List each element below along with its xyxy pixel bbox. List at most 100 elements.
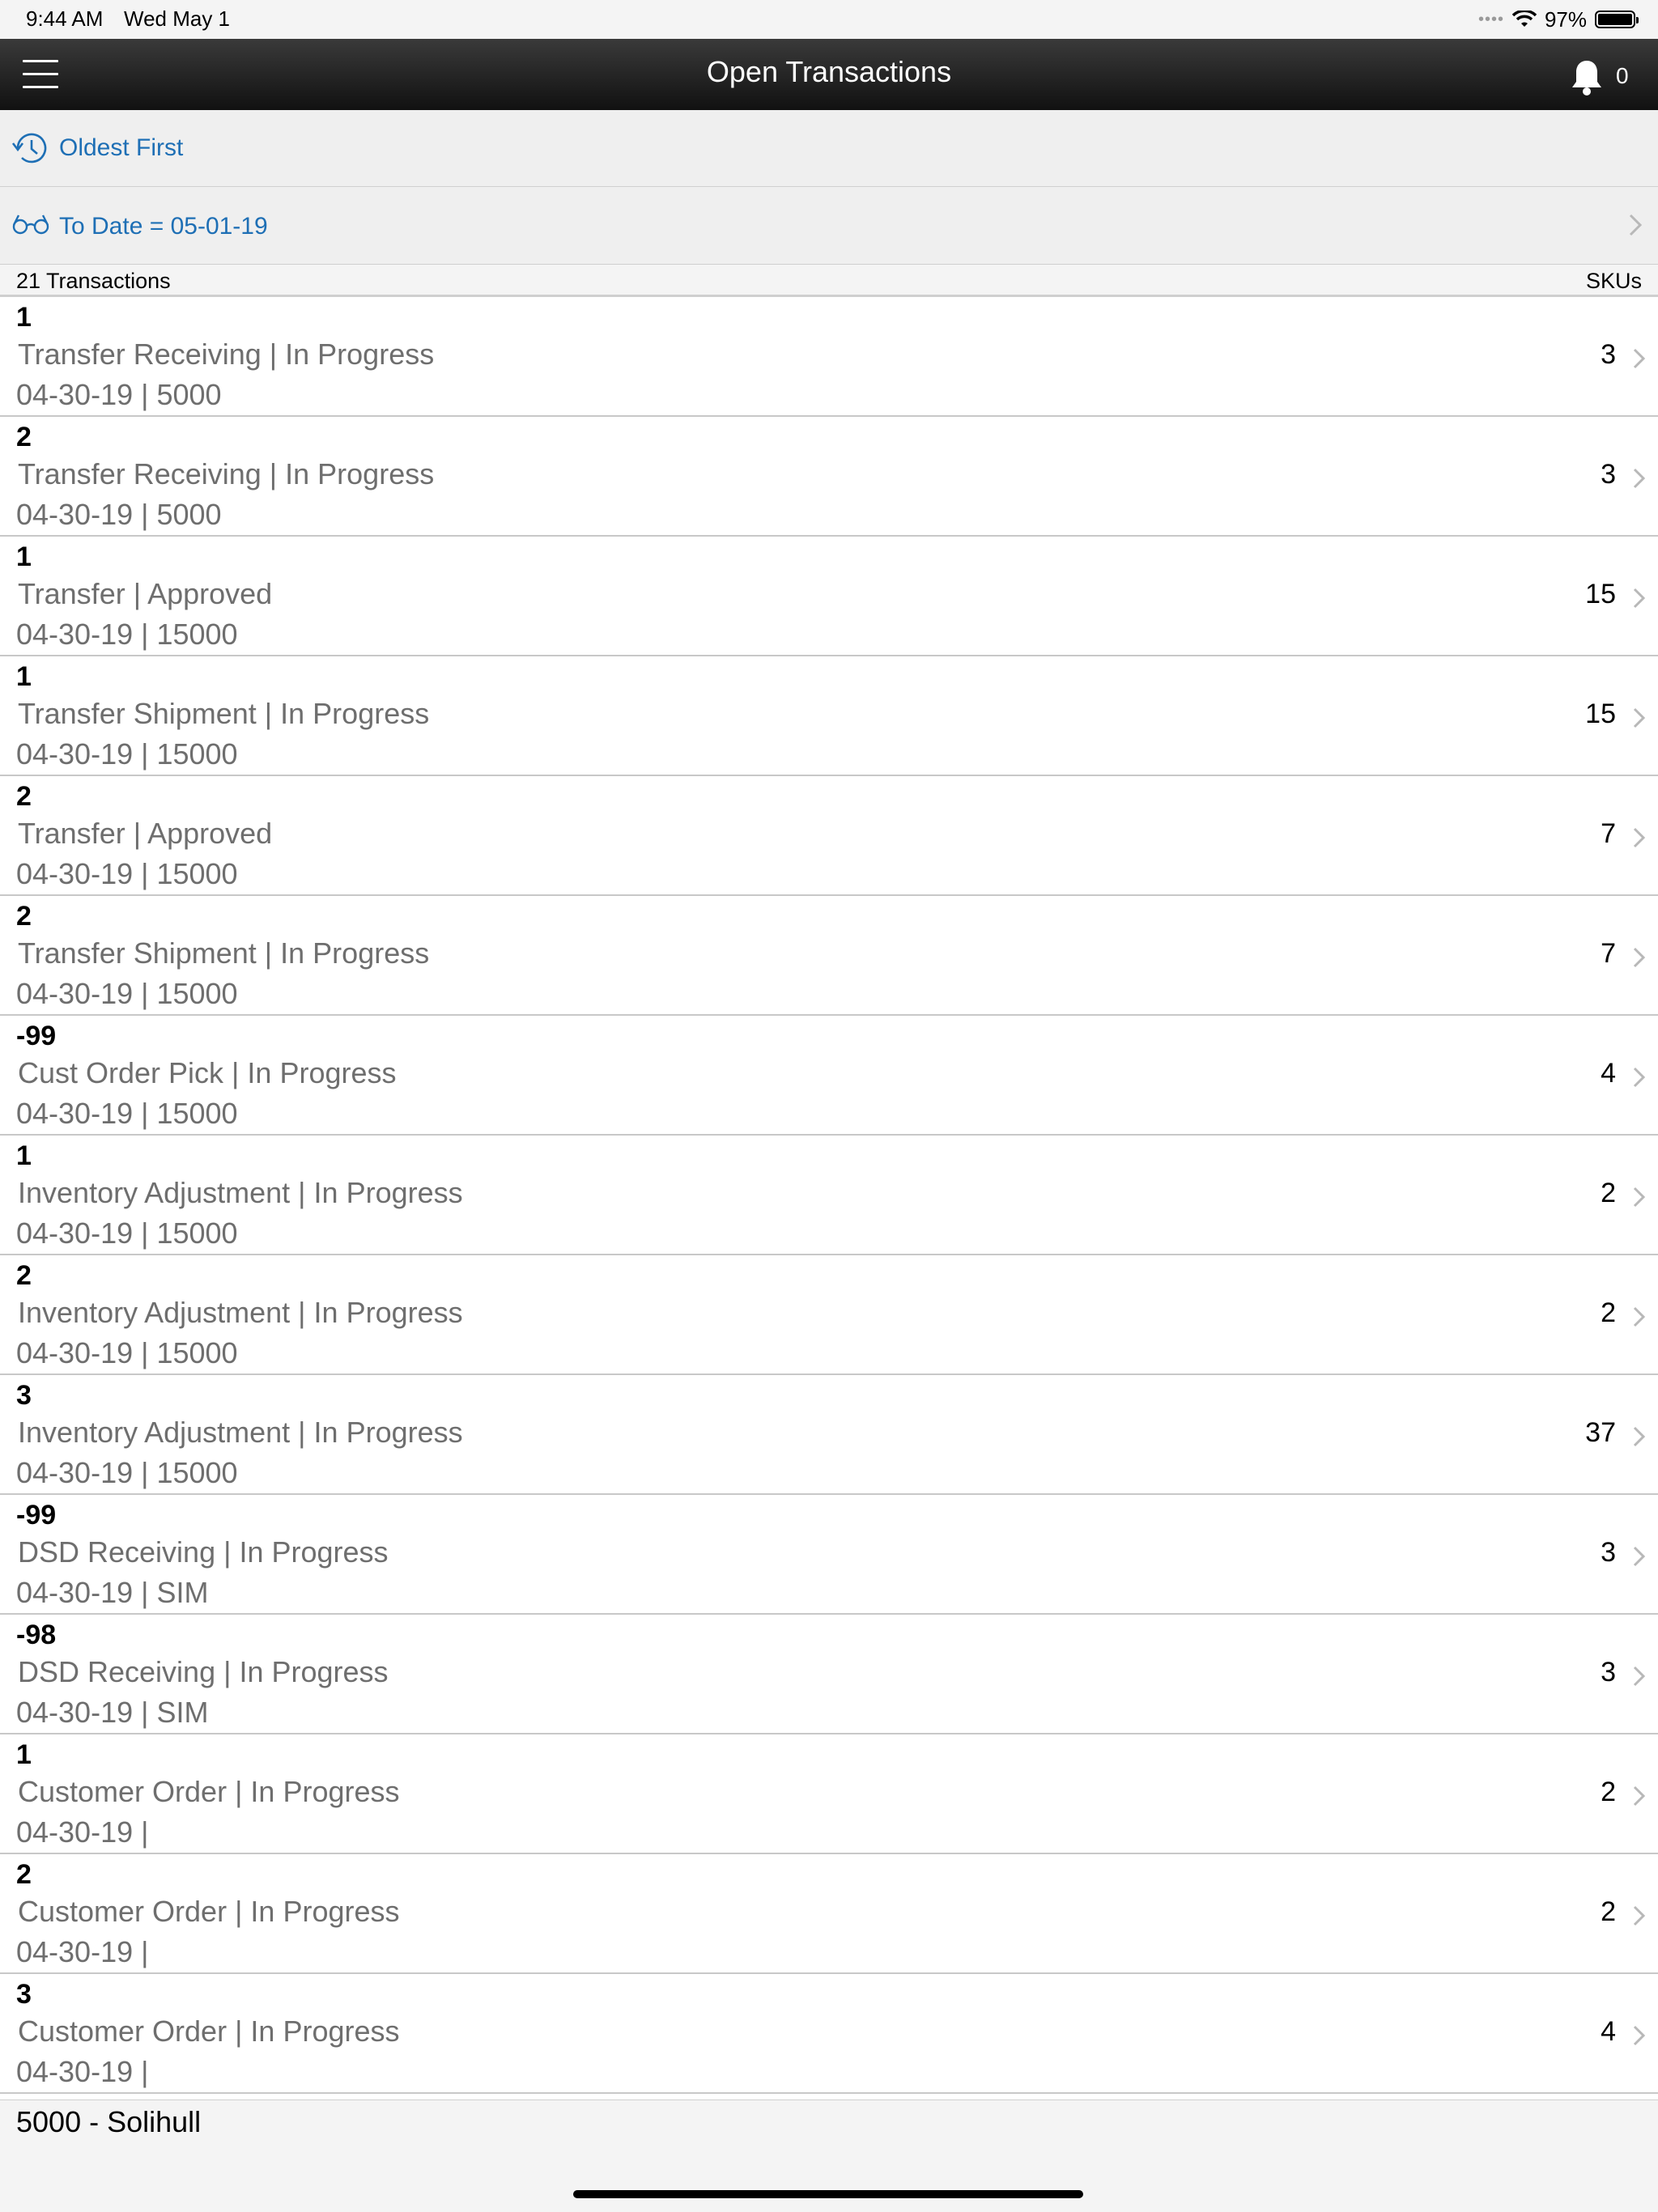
transaction-sku-count: 3	[1601, 459, 1616, 490]
transaction-id: 1	[16, 541, 32, 572]
transaction-row[interactable]: 4	[0, 2094, 1658, 2099]
transaction-row[interactable]: 1 Transfer Shipment | In Progress 04-30-…	[0, 656, 1658, 776]
transaction-id: 1	[16, 302, 32, 333]
chevron-right-icon	[1633, 1067, 1646, 1088]
transaction-row[interactable]: -99 DSD Receiving | In Progress 04-30-19…	[0, 1495, 1658, 1615]
transaction-id: 1	[16, 1140, 32, 1171]
sort-label[interactable]: Oldest First	[59, 134, 183, 162]
transaction-row[interactable]: 1 Customer Order | In Progress 04-30-19 …	[0, 1734, 1658, 1854]
transaction-date-location: 04-30-19 | 15000	[16, 1456, 238, 1489]
chevron-right-icon	[1633, 1905, 1646, 1926]
transaction-id: -99	[16, 1021, 57, 1051]
home-indicator[interactable]	[573, 2190, 1083, 2198]
transaction-date-location: 04-30-19 |	[16, 1815, 149, 1849]
transaction-id: 2	[16, 901, 32, 932]
nav-bar: Open Transactions 0	[0, 39, 1658, 110]
transaction-type-status: DSD Receiving | In Progress	[18, 1535, 389, 1569]
transaction-type-status: Customer Order | In Progress	[18, 1895, 400, 1928]
transaction-date-location: 04-30-19 | 5000	[16, 378, 222, 411]
status-right: •••• 97%	[1477, 5, 1639, 34]
chevron-right-icon	[1633, 1546, 1646, 1567]
transaction-type-status: Transfer Shipment | In Progress	[18, 936, 430, 970]
transaction-sku-count: 4	[1601, 2016, 1616, 2047]
chevron-right-icon	[1633, 588, 1646, 609]
transaction-row[interactable]: -99 Cust Order Pick | In Progress 04-30-…	[0, 1016, 1658, 1136]
transaction-sku-count: 2	[1601, 1297, 1616, 1328]
transaction-date-location: 04-30-19 | 15000	[16, 618, 238, 651]
transaction-date-location: 04-30-19 | 5000	[16, 498, 222, 531]
transaction-row[interactable]: 2 Transfer | Approved 04-30-19 | 15000 7	[0, 776, 1658, 896]
clock-history-icon	[11, 133, 47, 163]
transaction-row[interactable]: 3 Inventory Adjustment | In Progress 04-…	[0, 1375, 1658, 1495]
status-time: 9:44 AM	[26, 6, 104, 31]
transaction-sku-count: 37	[1585, 1417, 1616, 1448]
transaction-date-location: 04-30-19 | 15000	[16, 857, 238, 890]
battery-icon	[1595, 11, 1639, 28]
transaction-sku-count: 2	[1601, 1178, 1616, 1208]
transaction-sku-count: 7	[1601, 938, 1616, 969]
chevron-right-icon	[1633, 827, 1646, 848]
transaction-id: 1	[16, 1739, 32, 1770]
transaction-type-status: Cust Order Pick | In Progress	[18, 1056, 397, 1089]
transaction-id: -99	[16, 1500, 57, 1531]
transaction-type-status: Transfer Receiving | In Progress	[18, 457, 435, 490]
skus-column-header: SKUs	[1585, 269, 1642, 293]
wifi-icon	[1511, 11, 1537, 27]
chevron-right-icon	[1633, 2025, 1646, 2046]
transaction-row[interactable]: 2 Transfer Receiving | In Progress 04-30…	[0, 417, 1658, 537]
transaction-date-location: 04-30-19 | 15000	[16, 1216, 238, 1250]
chevron-right-icon	[1633, 1187, 1646, 1208]
chevron-right-icon	[1633, 468, 1646, 489]
filter-label[interactable]: To Date = 05-01-19	[59, 213, 268, 240]
transaction-count: 21 Transactions	[16, 269, 171, 293]
transaction-id: 2	[16, 1859, 32, 1890]
transaction-row[interactable]: 1 Transfer Receiving | In Progress 04-30…	[0, 297, 1658, 417]
transaction-sku-count: 2	[1601, 1777, 1616, 1807]
transaction-id: 3	[16, 1380, 32, 1411]
transaction-sku-count: 2	[1601, 1896, 1616, 1927]
transaction-date-location: 04-30-19 |	[16, 2055, 149, 2088]
transaction-row[interactable]: 1 Transfer | Approved 04-30-19 | 15000 1…	[0, 537, 1658, 656]
transaction-type-status: Inventory Adjustment | In Progress	[18, 1416, 463, 1449]
sort-row[interactable]: Oldest First	[0, 110, 1658, 187]
transaction-id: 3	[16, 1979, 32, 2010]
transaction-id: 2	[16, 1260, 32, 1291]
transaction-row[interactable]: 2 Inventory Adjustment | In Progress 04-…	[0, 1255, 1658, 1375]
filter-row[interactable]: To Date = 05-01-19	[0, 187, 1658, 265]
transaction-type-status: Inventory Adjustment | In Progress	[18, 1296, 463, 1329]
transaction-date-location: 04-30-19 | 15000	[16, 977, 238, 1010]
bell-icon[interactable]	[1569, 58, 1605, 97]
transaction-type-status: DSD Receiving | In Progress	[18, 1655, 389, 1688]
transaction-sku-count: 4	[1601, 1058, 1616, 1089]
chevron-right-icon	[1633, 348, 1646, 369]
transaction-row[interactable]: 2 Transfer Shipment | In Progress 04-30-…	[0, 896, 1658, 1016]
transaction-row[interactable]: -98 DSD Receiving | In Progress 04-30-19…	[0, 1615, 1658, 1734]
transaction-sku-count: 3	[1601, 339, 1616, 370]
chevron-right-icon	[1633, 1426, 1646, 1447]
chevron-right-icon	[1633, 707, 1646, 728]
transaction-date-location: 04-30-19 | 15000	[16, 1336, 238, 1369]
chevron-right-icon	[1633, 1666, 1646, 1687]
transaction-type-status: Customer Order | In Progress	[18, 2015, 400, 2048]
transaction-date-location: 04-30-19 | SIM	[16, 1576, 209, 1609]
transaction-row[interactable]: 3 Customer Order | In Progress 04-30-19 …	[0, 1974, 1658, 2094]
transaction-date-location: 04-30-19 | 15000	[16, 737, 238, 771]
transaction-sku-count: 3	[1601, 1657, 1616, 1688]
page-title: Open Transactions	[706, 55, 952, 88]
chevron-right-icon	[1633, 1306, 1646, 1327]
transaction-row[interactable]: 2 Customer Order | In Progress 04-30-19 …	[0, 1854, 1658, 1974]
status-bar: 9:44 AM Wed May 1 •••• 97%	[0, 0, 1658, 39]
transaction-type-status: Transfer | Approved	[18, 817, 273, 850]
transaction-sku-count: 15	[1585, 579, 1616, 609]
chevron-right-icon	[1633, 1785, 1646, 1807]
transaction-sku-count: 15	[1585, 698, 1616, 729]
glasses-icon	[12, 214, 49, 235]
transaction-date-location: 04-30-19 | 15000	[16, 1097, 238, 1130]
transaction-type-status: Inventory Adjustment | In Progress	[18, 1176, 463, 1209]
transaction-row[interactable]: 1 Inventory Adjustment | In Progress 04-…	[0, 1136, 1658, 1255]
chevron-right-icon	[1629, 214, 1643, 236]
signal-dots-icon: ••••	[1477, 10, 1504, 28]
transaction-list[interactable]: 1 Transfer Receiving | In Progress 04-30…	[0, 297, 1658, 2099]
status-date: Wed May 1	[124, 6, 231, 31]
transaction-id: -98	[16, 1620, 57, 1650]
